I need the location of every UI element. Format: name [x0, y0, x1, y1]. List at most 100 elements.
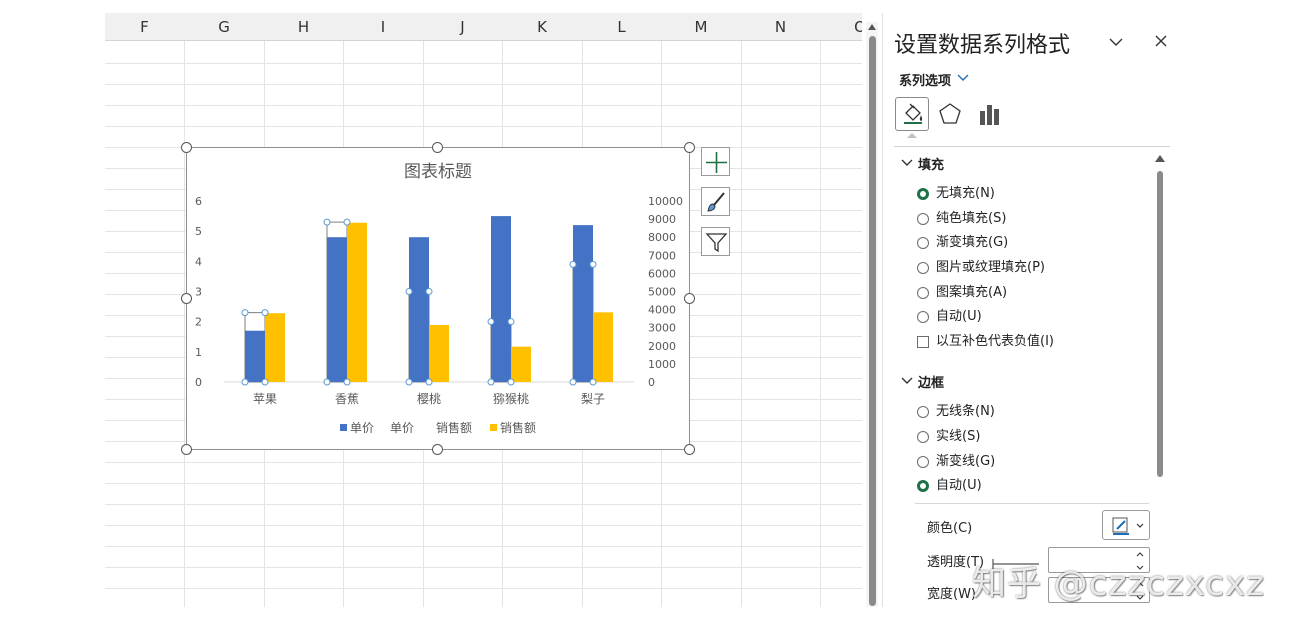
sheet-vertical-scrollbar[interactable] [866, 22, 878, 607]
column-header-i[interactable]: I [343, 13, 423, 41]
series-selection-handle [323, 218, 331, 226]
pane-vertical-scrollbar[interactable] [1155, 155, 1165, 607]
plus-icon [706, 152, 727, 173]
pane-divider [894, 146, 1170, 147]
section-fill-header[interactable]: 填充 [918, 154, 944, 173]
series-selection-handle [425, 378, 433, 386]
pane-scroll-thumb[interactable] [1157, 171, 1163, 477]
resize-handle-top-left[interactable] [181, 142, 192, 153]
bar-unit-price [491, 216, 511, 382]
legend-label: 单价 [390, 421, 414, 435]
border-separator [915, 503, 1149, 504]
tab-series-options[interactable] [973, 97, 1007, 131]
close-icon[interactable] [1153, 33, 1169, 49]
series-selection-handle [487, 378, 495, 386]
chevron-down-icon[interactable] [1109, 35, 1123, 49]
column-header-f[interactable]: F [105, 13, 184, 41]
checkbox-invert-if-negative[interactable] [917, 336, 929, 348]
tab-effects[interactable] [933, 97, 967, 131]
resize-handle-bottom-left[interactable] [181, 444, 192, 455]
bar-unit-price [245, 330, 265, 382]
column-header-bar: F G H I J K L M N O [105, 13, 862, 41]
series-selection-handle [241, 378, 249, 386]
column-header-o[interactable]: O [820, 13, 862, 41]
series-options-dropdown[interactable]: 系列选项 [899, 70, 951, 89]
column-header-g[interactable]: G [184, 13, 264, 41]
radio-solid-fill[interactable] [917, 213, 929, 225]
series-selection-handle [261, 378, 269, 386]
watermark-text: 知乎 @czzczxcxz [972, 564, 1265, 604]
tab-fill-line[interactable] [895, 97, 929, 131]
resize-handle-bottom-right[interactable] [684, 444, 695, 455]
y2-axis-tick-label: 0 [648, 376, 655, 389]
scroll-up-arrow-icon[interactable] [868, 24, 876, 30]
x-axis-category-label: 苹果 [253, 392, 277, 406]
resize-handle-middle-left[interactable] [181, 293, 192, 304]
column-header-l[interactable]: L [582, 13, 661, 41]
y2-axis-tick-label: 10000 [648, 195, 683, 208]
series-selection-handle [507, 318, 515, 326]
chevron-down-icon[interactable] [901, 377, 913, 385]
chevron-down-icon[interactable] [957, 74, 969, 82]
y-axis-tick-label: 6 [195, 195, 202, 208]
color-label: 颜色(C) [927, 521, 973, 536]
scroll-up-arrow-icon[interactable] [1155, 155, 1165, 162]
bar-sales [511, 346, 531, 382]
legend-swatch [490, 424, 497, 431]
resize-handle-top-right[interactable] [684, 142, 695, 153]
chart-filters-button[interactable] [701, 227, 730, 256]
bar-sales [429, 324, 449, 382]
radio-solid-line[interactable] [917, 431, 929, 443]
y-axis-tick-label: 1 [195, 346, 202, 359]
x-axis-category-label: 梨子 [581, 392, 605, 406]
width-label: 宽度(W) [927, 587, 976, 602]
resize-handle-top-center[interactable] [432, 142, 443, 153]
y2-axis-tick-label: 1000 [648, 358, 676, 371]
column-header-n[interactable]: N [741, 13, 820, 41]
y2-axis-tick-label: 7000 [648, 249, 676, 262]
column-header-j[interactable]: J [423, 13, 502, 41]
excel-window: F G H I J K L M N O 图表标题 0 1 2 3 4 5 6 0… [0, 0, 1301, 633]
filter-icon [705, 233, 728, 253]
series-selection-handle [589, 378, 597, 386]
y-axis-tick-label: 0 [195, 376, 202, 389]
chevron-down-icon[interactable] [901, 159, 913, 167]
x-axis-category-label: 樱桃 [417, 391, 441, 406]
y2-axis-tick-label: 5000 [648, 286, 676, 299]
series-selection-handle [487, 318, 495, 326]
series-selection-handle [323, 378, 331, 386]
radio-auto-line[interactable] [917, 480, 929, 492]
radio-picture-fill[interactable] [917, 262, 929, 274]
chart-elements-button[interactable] [701, 147, 730, 176]
series-selection-handle [343, 378, 351, 386]
y2-axis-tick-label: 4000 [648, 304, 676, 317]
radio-no-line[interactable] [917, 406, 929, 418]
radio-gradient-fill[interactable] [917, 237, 929, 249]
resize-handle-bottom-center[interactable] [432, 444, 443, 455]
radio-pattern-fill[interactable] [917, 287, 929, 299]
bar-unit-price [409, 237, 429, 382]
column-header-k[interactable]: K [502, 13, 582, 41]
section-border-header[interactable]: 边框 [918, 372, 944, 391]
chart-title[interactable]: 图表标题 [404, 162, 472, 182]
radio-no-fill[interactable] [917, 188, 929, 200]
column-header-h[interactable]: H [264, 13, 343, 41]
pane-title: 设置数据系列格式 [894, 33, 1071, 58]
y-axis-tick-label: 4 [195, 255, 202, 268]
radio-gradient-line[interactable] [917, 456, 929, 468]
y2-axis-tick-label: 2000 [648, 340, 676, 353]
resize-handle-middle-right[interactable] [684, 293, 695, 304]
radio-auto-fill[interactable] [917, 311, 929, 323]
y2-axis-tick-label: 6000 [648, 267, 676, 280]
bar-unit-price [327, 237, 347, 382]
x-axis-category-label: 猕猴桃 [493, 391, 529, 406]
legend-swatch [340, 424, 347, 431]
chart-plot[interactable]: 图表标题 0 1 2 3 4 5 6 0 1000 2000 3000 4000 5000 6000 700… [186, 147, 690, 450]
chart-styles-button[interactable] [701, 187, 730, 216]
sheet-scroll-thumb[interactable] [869, 36, 876, 606]
column-header-m[interactable]: M [661, 13, 741, 41]
legend-label: 单价 [350, 421, 374, 435]
series-selection-handle [405, 288, 413, 295]
series-selection-handle [589, 260, 597, 268]
color-picker-button[interactable] [1102, 510, 1150, 540]
